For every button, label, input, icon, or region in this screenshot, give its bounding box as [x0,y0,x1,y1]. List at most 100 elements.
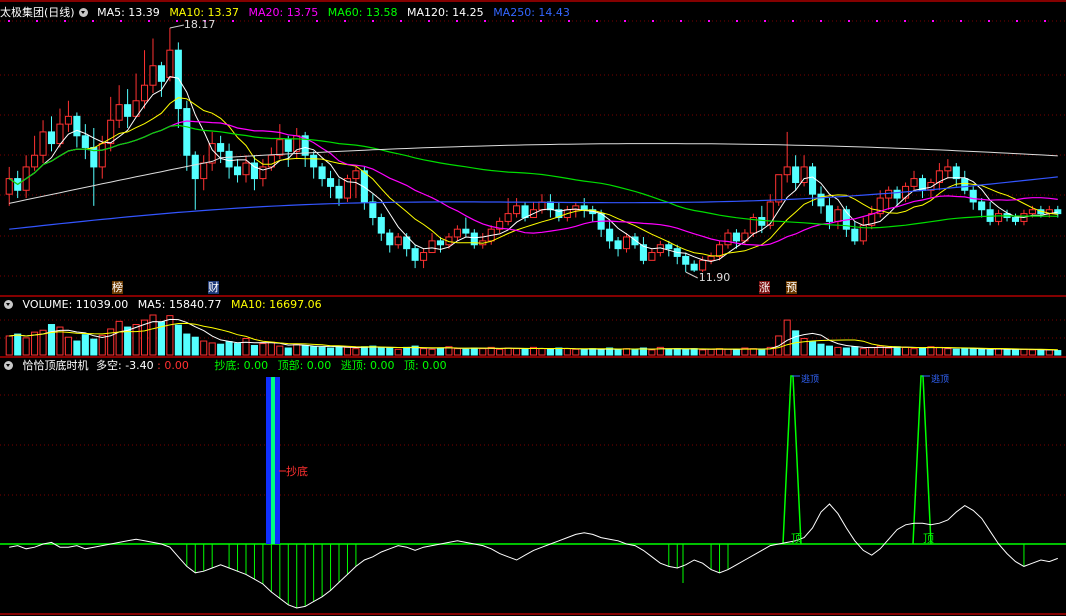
volume-bar [842,347,850,356]
candle-body [809,166,817,195]
candle-body [504,213,512,222]
signal-dot [652,20,654,22]
volume-bar [935,346,943,356]
volume-bar [825,345,834,356]
candle-body [775,174,783,203]
signal-dot [736,20,738,22]
volume-bar [335,345,343,356]
candle-body [217,143,225,152]
volume-bar [47,324,56,356]
ma10-line [8,97,1058,257]
candle-body [411,248,419,261]
volume-bar [834,346,842,356]
volume-bar [817,343,825,356]
candle-body [225,150,233,168]
volume-bar [682,348,690,356]
signal-dot [344,20,346,22]
oscillator-series [0,375,1066,609]
candle-body [834,209,842,222]
candle-body [648,252,656,261]
volume-bar [622,348,631,356]
candle-body [622,236,631,250]
candle-body [1011,217,1020,222]
volume-bar [851,346,859,356]
signal-dot [176,20,178,22]
volume-bar [944,348,952,356]
volume-bar [479,348,487,356]
volume-bar [504,347,512,356]
candle-body [327,178,335,187]
candle-body [682,255,690,265]
volume-bar [301,344,309,356]
signal-dot [624,20,626,22]
candle-body [825,205,834,222]
volume-bar [580,349,588,356]
volume-bar [1020,348,1028,356]
signal-dot [148,20,150,22]
candle-body [310,154,318,168]
volume-bar [758,348,766,356]
marker-cai[interactable]: 财 [208,281,219,294]
marker-yu[interactable]: 预 [786,281,797,294]
candle-body [115,104,123,121]
signal-dot [932,20,934,22]
marker-zhang[interactable]: 涨 [759,281,770,294]
volume-bar [699,349,707,356]
signal-dot [456,20,458,22]
volume-bar [64,336,72,356]
volume-bar [902,346,910,356]
volume-bar [470,347,478,356]
volume-bar [293,343,301,356]
volume-bar [538,348,546,356]
signal-dot [792,20,794,22]
signal-dot [708,20,710,22]
volume-bar [81,334,89,356]
signal-dot [540,20,542,22]
top-signal-label-2: 顶 [923,532,934,545]
volume-bar [360,346,368,356]
volume-bar [132,324,140,356]
volume-bar [589,348,597,356]
candle-body [81,135,89,148]
buy-signal-core [271,377,275,544]
candle-body [157,65,165,82]
candle-body [944,166,952,172]
volume-bar [115,320,123,356]
volume-bar [1028,349,1036,356]
volume-bar [868,346,876,356]
candle-body [56,123,64,145]
candle-body [453,228,461,238]
volume-bar [284,347,292,356]
candle-body [98,143,106,168]
candle-body [606,228,614,242]
stock-chart[interactable] [0,0,1066,616]
marker-bang[interactable]: 榜 [112,281,123,294]
volume-bar [969,348,977,356]
buy-signal-label: 抄底 [286,465,308,478]
candle-body [521,205,529,219]
ma20-line [8,120,1058,247]
volume-bar [631,348,639,356]
volume-bar [14,333,22,356]
moving-average-lines [8,76,1058,263]
volume-bar [572,348,580,356]
candle-body [792,166,800,183]
candle-body [428,240,436,254]
volume-bar [428,348,436,356]
signal-dot [848,20,850,22]
signal-dot [484,20,486,22]
escape-signal-label-2: 逃顶 [931,375,950,385]
signal-dot [64,20,66,22]
volume-bar [1011,349,1020,356]
candle-body [47,131,56,145]
signal-dot [428,20,430,22]
candle-body [140,84,149,102]
signal-dot [596,20,598,22]
candle-body [386,232,394,246]
candle-body [420,252,428,261]
volume-bar [259,343,267,356]
candle-body [614,240,622,250]
candlestick-series [5,24,1062,279]
signal-dot [988,20,990,22]
volume-bar [513,348,521,356]
